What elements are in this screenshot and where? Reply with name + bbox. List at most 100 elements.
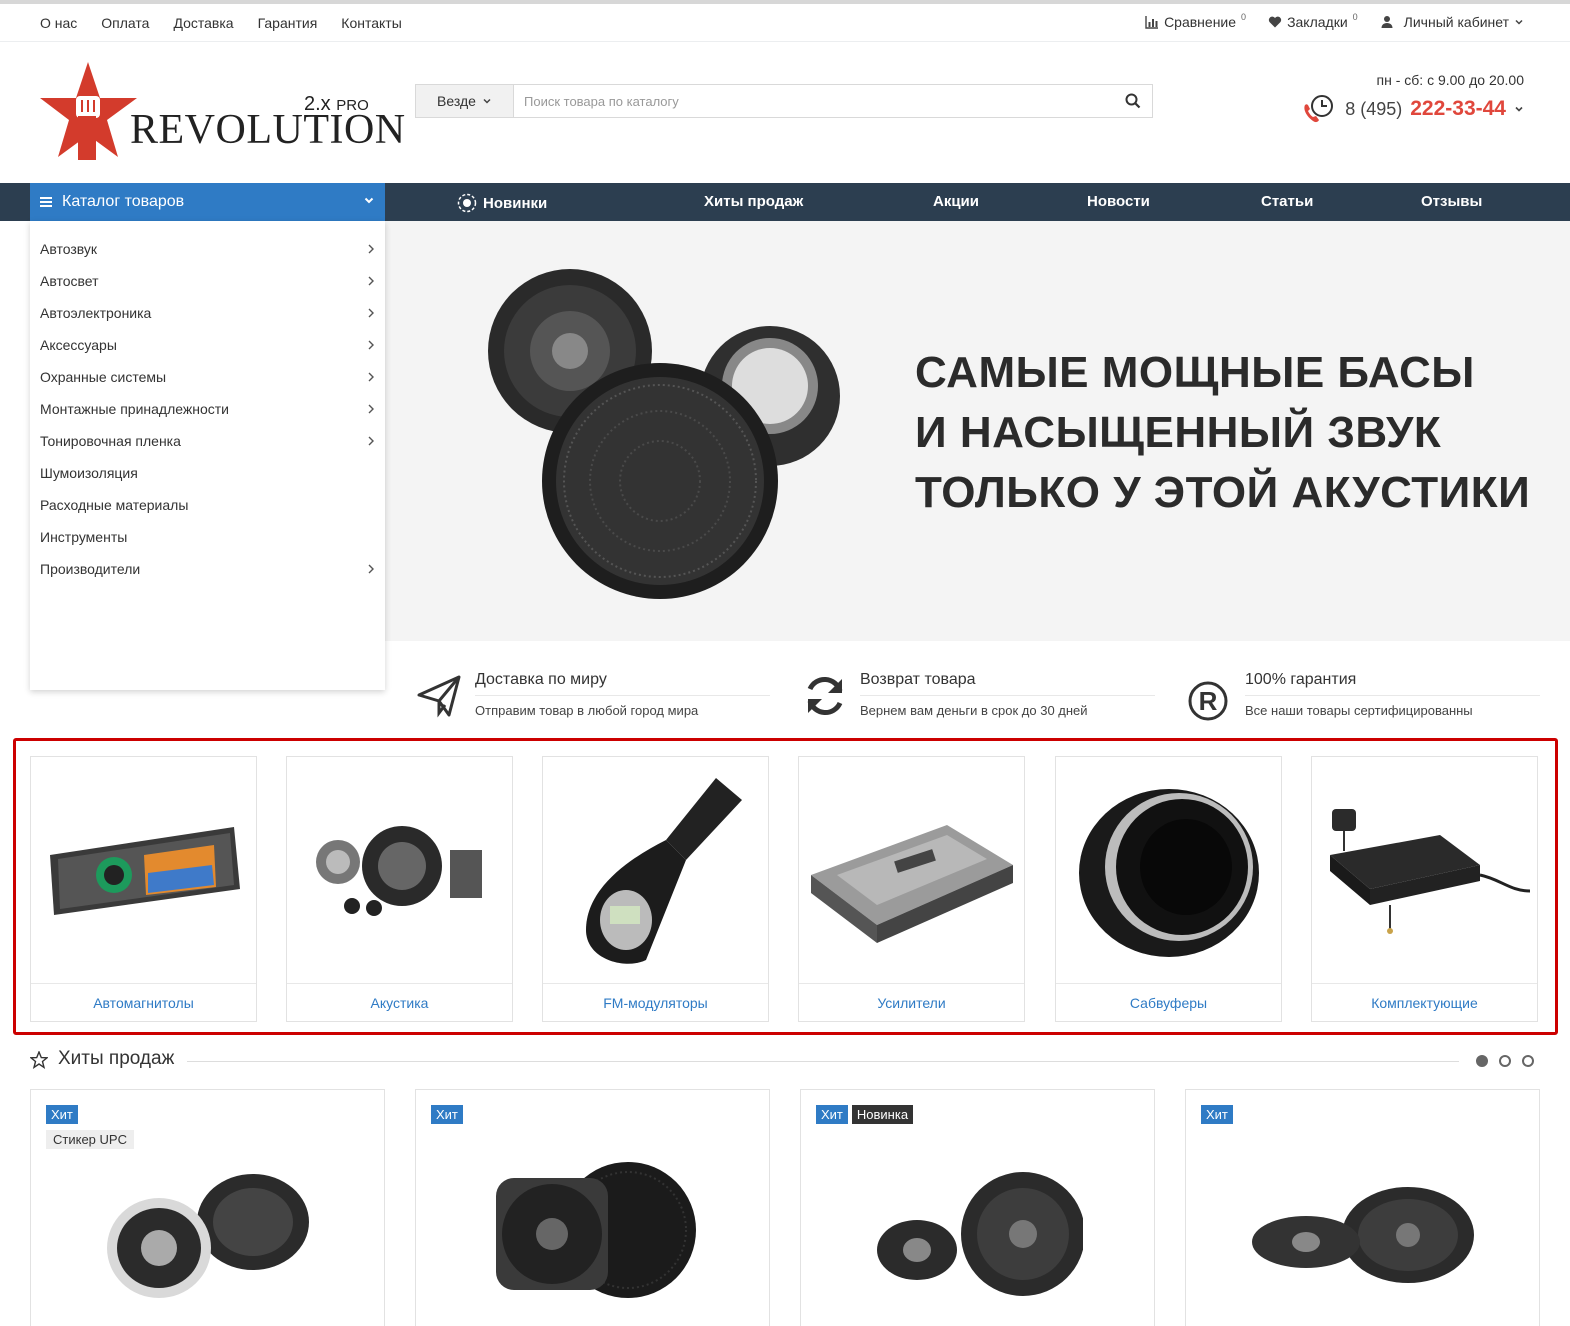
chevron-right-icon [368, 244, 374, 254]
nav-item-new[interactable]: Новинки [457, 193, 547, 213]
hero-banner[interactable]: САМЫЕ МОЩНЫЕ БАСЫ И НАСЫЩЕННЫЙ ЗВУК ТОЛЬ… [385, 221, 1570, 641]
search-scope-select[interactable]: Везде [416, 85, 514, 117]
red-star-fist-icon [40, 62, 137, 160]
carousel-dot-2[interactable] [1499, 1055, 1511, 1067]
product-card[interactable]: Хит [1185, 1089, 1540, 1326]
product-card[interactable]: Хит Новинка [800, 1089, 1155, 1326]
category-label: FM-модуляторы [543, 983, 768, 1021]
catalog-item-manufacturers[interactable]: Производители [30, 553, 385, 585]
category-grid: Автомагнитолы Акустика FM-модуляторы Уси… [30, 756, 1540, 1022]
catalog-item-mounting[interactable]: Монтажные принадлежности [30, 393, 385, 425]
product-badges: Хит [431, 1105, 463, 1124]
badge-hit: Хит [816, 1105, 848, 1124]
compare-link[interactable]: Сравнение 0 [1145, 12, 1247, 30]
catalog-item-car-electronics[interactable]: Автоэлектроника [30, 297, 385, 329]
catalog-item-tools[interactable]: Инструменты [30, 521, 385, 553]
account-link[interactable]: Личный кабинет [1380, 14, 1524, 30]
chevron-right-icon [368, 340, 374, 350]
category-card-components[interactable]: Комплектующие [1311, 756, 1538, 1022]
category-image [31, 757, 256, 983]
product-image [416, 1150, 769, 1320]
hits-divider [187, 1061, 1459, 1062]
nav-item-hits[interactable]: Хиты продаж [704, 193, 803, 210]
carousel-dot-1[interactable] [1476, 1055, 1488, 1067]
feature-text: Отправим товар в любой город мира [475, 703, 699, 718]
nav-item-articles[interactable]: Статьи [1261, 193, 1313, 210]
category-card-fm-modulators[interactable]: FM-модуляторы [542, 756, 769, 1022]
catalog-item-car-light[interactable]: Автосвет [30, 265, 385, 297]
feature-title: 100% гарантия [1245, 671, 1540, 696]
catalog-item-label: Охранные системы [40, 369, 167, 385]
category-card-acoustics[interactable]: Акустика [286, 756, 513, 1022]
feature-text: Вернем вам деньги в срок до 30 дней [860, 703, 1088, 718]
speaker-set-image [315, 826, 482, 916]
product-badges: Хит Новинка [816, 1105, 914, 1124]
features-row: Доставка по миру Отправим товар в любой … [415, 665, 1540, 725]
catalog-item-accessories[interactable]: Аксессуары [30, 329, 385, 361]
chevron-down-icon [483, 98, 491, 104]
top-link-payment[interactable]: Оплата [101, 15, 149, 31]
navigation-module-image [1329, 809, 1530, 934]
logo[interactable]: REVOLUTION 2.x PRO [40, 60, 405, 164]
phone-prefix: 8 (495) [1345, 98, 1403, 119]
carousel-dot-3[interactable] [1522, 1055, 1534, 1067]
top-actions: Сравнение 0 Закладки 0 Личный кабинет [1145, 12, 1524, 30]
catalog-item-label: Тонировочная пленка [40, 433, 181, 449]
main-navbar: Каталог товаров Новинки Хиты продаж Акци… [0, 183, 1570, 221]
hamburger-icon [40, 197, 52, 207]
catalog-menu: Автозвук Автосвет Автоэлектроника Аксесс… [30, 221, 385, 690]
refresh-icon [807, 677, 843, 715]
catalog-item-label: Автосвет [40, 273, 99, 289]
hits-title: Хиты продаж [58, 1048, 175, 1069]
catalog-item-soundproofing[interactable]: Шумоизоляция [30, 457, 385, 489]
phone-number[interactable]: 222-33-44 [1410, 97, 1506, 121]
catalog-item-consumables[interactable]: Расходные материалы [30, 489, 385, 521]
nav-item-news[interactable]: Новости [1087, 193, 1150, 210]
category-image [287, 757, 512, 983]
top-link-contacts[interactable]: Контакты [341, 15, 401, 31]
feature-return: Возврат товара Вернем вам деньги в срок … [800, 665, 1155, 725]
category-label: Усилители [799, 983, 1024, 1021]
amplifier-image [810, 825, 1013, 943]
search-input[interactable] [514, 85, 1114, 117]
category-card-subwoofers[interactable]: Сабвуферы [1055, 756, 1282, 1022]
catalog-button[interactable]: Каталог товаров [30, 183, 385, 221]
badge-new: Новинка [851, 1105, 914, 1124]
catalog-item-car-audio[interactable]: Автозвук [30, 233, 385, 265]
catalog-item-security[interactable]: Охранные системы [30, 361, 385, 393]
fm-modulator-image [585, 778, 742, 964]
catalog-item-tint-film[interactable]: Тонировочная пленка [30, 425, 385, 457]
category-label: Сабвуферы [1056, 983, 1281, 1021]
work-hours: пн - сб: с 9.00 до 20.00 [1376, 72, 1524, 88]
nav-item-sales[interactable]: Акции [933, 193, 979, 210]
compare-count: 0 [1241, 12, 1247, 22]
search-button[interactable] [1114, 85, 1152, 117]
category-card-amplifiers[interactable]: Усилители [798, 756, 1025, 1022]
nav-item-reviews[interactable]: Отзывы [1421, 193, 1482, 210]
search-scope-label: Везде [437, 93, 476, 109]
paper-plane-icon [417, 675, 461, 718]
top-link-warranty[interactable]: Гарантия [258, 15, 318, 31]
product-card[interactable]: Хит Стикер UPC [30, 1089, 385, 1326]
phone-dropdown[interactable]: 8 (495) 222-33-44 [1301, 93, 1524, 125]
phone-clock-icon [1304, 95, 1334, 123]
logo-version: 2.x PRO [304, 93, 369, 116]
chevron-down-icon [1515, 19, 1523, 25]
product-card[interactable]: Хит [415, 1089, 770, 1326]
category-image [1056, 757, 1281, 983]
category-label: Автомагнитолы [31, 983, 256, 1021]
category-card-head-units[interactable]: Автомагнитолы [30, 756, 257, 1022]
top-link-about[interactable]: О нас [40, 15, 77, 31]
chevron-down-icon [364, 197, 374, 204]
oval-speaker-image [1251, 1187, 1474, 1283]
search-icon [1125, 93, 1141, 109]
badge-hit: Хит [1201, 1105, 1233, 1124]
feature-title: Возврат товара [860, 671, 1155, 696]
chevron-right-icon [368, 564, 374, 574]
catalog-item-label: Аксессуары [40, 337, 117, 353]
hero-line-3: ТОЛЬКО У ЭТОЙ АКУСТИКИ [915, 468, 1531, 517]
bookmarks-link[interactable]: Закладки 0 [1268, 12, 1358, 30]
top-link-delivery[interactable]: Доставка [173, 15, 233, 31]
coaxial-speaker-image [106, 1174, 309, 1298]
product-image [801, 1150, 1154, 1320]
